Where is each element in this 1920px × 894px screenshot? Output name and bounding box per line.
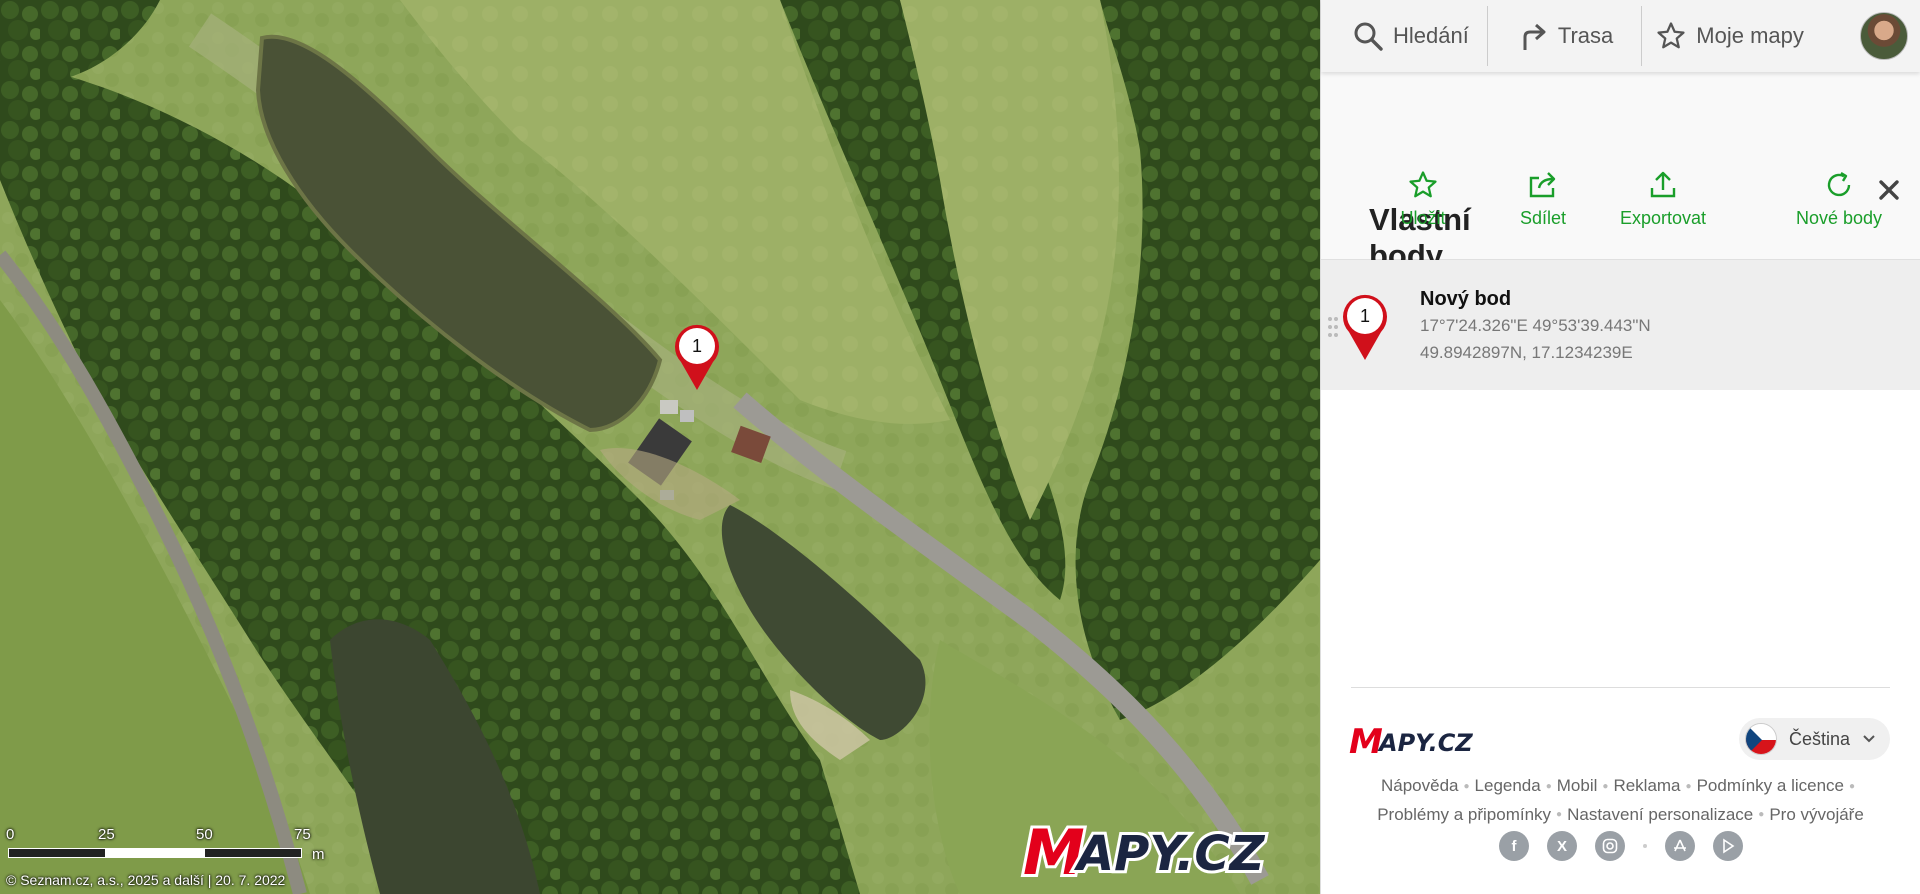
side-panel: Hledání Trasa Moje mapy Vlastní body Ulo…	[1320, 0, 1920, 894]
link-legend[interactable]: Legenda	[1475, 776, 1541, 795]
facebook-icon[interactable]: f	[1499, 831, 1529, 861]
scale-segment	[106, 848, 204, 858]
top-navigation: Hledání Trasa Moje mapy	[1321, 0, 1920, 72]
scale-segment	[204, 848, 302, 858]
point-marker: 1	[1341, 292, 1389, 362]
save-label: Uložit	[1400, 208, 1446, 228]
map-marker-pin[interactable]: 1	[673, 322, 721, 392]
save-button[interactable]: Uložit	[1381, 170, 1465, 229]
my-maps-button[interactable]: Moje mapy	[1642, 4, 1822, 68]
map-canvas[interactable]: 1 0 25 50 75 m © Seznam.cz, a.s., 2025 a…	[0, 0, 1320, 894]
map-scale: 0 25 50 75 m	[6, 826, 326, 866]
link-terms[interactable]: Podmínky a licence	[1697, 776, 1844, 795]
export-button[interactable]: Exportovat	[1601, 170, 1725, 229]
x-icon[interactable]: X	[1547, 831, 1577, 861]
link-feedback[interactable]: Problémy a připomínky	[1377, 805, 1551, 824]
point-coordinates-dms: 17°7'24.326"E 49°53'39.443"N	[1420, 316, 1651, 335]
new-points-label: Nové body	[1795, 208, 1883, 228]
point-coordinates-decimal: 49.8942897N, 17.1234239E	[1420, 343, 1633, 362]
search-icon	[1354, 22, 1383, 51]
link-personalization[interactable]: Nastavení personalizace	[1567, 805, 1753, 824]
upload-icon	[1650, 171, 1676, 198]
footer-divider	[1351, 687, 1890, 688]
star-icon	[1657, 22, 1685, 49]
user-avatar[interactable]	[1860, 12, 1908, 60]
my-maps-label: Moje mapy	[1696, 23, 1804, 48]
export-label: Exportovat	[1619, 208, 1707, 228]
route-label: Trasa	[1557, 23, 1614, 48]
link-mobile[interactable]: Mobil	[1557, 776, 1598, 795]
czech-flag-icon	[1744, 723, 1777, 755]
point-list-item[interactable]: 1 Nový bod 17°7'24.326"E 49°53'39.443"N …	[1321, 260, 1920, 390]
instagram-icon[interactable]	[1595, 831, 1625, 861]
mapy-cz-footer-logo[interactable]: M APY.CZ	[1349, 720, 1499, 760]
svg-text:M: M	[1349, 722, 1383, 760]
scale-label-25: 25	[98, 826, 115, 843]
language-label: Čeština	[1788, 728, 1850, 749]
share-icon	[1529, 172, 1556, 198]
mapy-cz-logo: M APY.CZ	[1020, 813, 1269, 884]
link-help[interactable]: Nápověda	[1381, 776, 1459, 795]
map-copyright[interactable]: © Seznam.cz, a.s., 2025 a další | 20. 7.…	[6, 872, 285, 888]
scale-unit: m	[312, 846, 325, 863]
svg-text:M: M	[1023, 816, 1085, 884]
share-button[interactable]: Sdílet	[1501, 170, 1585, 229]
chevron-down-icon	[1863, 735, 1875, 743]
scale-label-75: 75	[294, 826, 311, 843]
aerial-imagery	[0, 0, 1320, 894]
route-button[interactable]: Trasa	[1488, 4, 1641, 68]
drag-handle-icon[interactable]	[1327, 316, 1339, 338]
scale-label-0: 0	[6, 826, 15, 843]
svg-text:APY.CZ: APY.CZ	[1073, 826, 1266, 882]
point-number: 1	[1359, 305, 1370, 326]
scale-label-50: 50	[196, 826, 213, 843]
scale-segment	[8, 848, 106, 858]
search-button[interactable]: Hledání	[1321, 4, 1487, 68]
point-name: Nový bod	[1420, 288, 1512, 310]
link-developers[interactable]: Pro vývojáře	[1769, 805, 1863, 824]
app-store-icon[interactable]	[1665, 831, 1695, 861]
new-points-button[interactable]: Nové body	[1781, 170, 1897, 229]
social-links: f X	[1321, 831, 1920, 861]
map-marker-number: 1	[691, 335, 702, 356]
refresh-icon	[1827, 171, 1851, 197]
search-label: Hledání	[1393, 23, 1469, 48]
route-arrow-icon	[1523, 23, 1546, 50]
share-label: Sdílet	[1519, 208, 1567, 228]
svg-text:APY.CZ: APY.CZ	[1377, 729, 1473, 757]
language-selector[interactable]: Čeština	[1738, 718, 1890, 760]
google-play-icon[interactable]	[1713, 831, 1743, 861]
link-ads[interactable]: Reklama	[1613, 776, 1680, 795]
panel-header: Vlastní body	[1321, 72, 1920, 273]
separator-dot	[1643, 844, 1647, 848]
footer-links: Nápověda ● Legenda ● Mobil ● Reklama ● Podmínky …	[1377, 776, 1864, 824]
star-icon	[1409, 171, 1437, 198]
